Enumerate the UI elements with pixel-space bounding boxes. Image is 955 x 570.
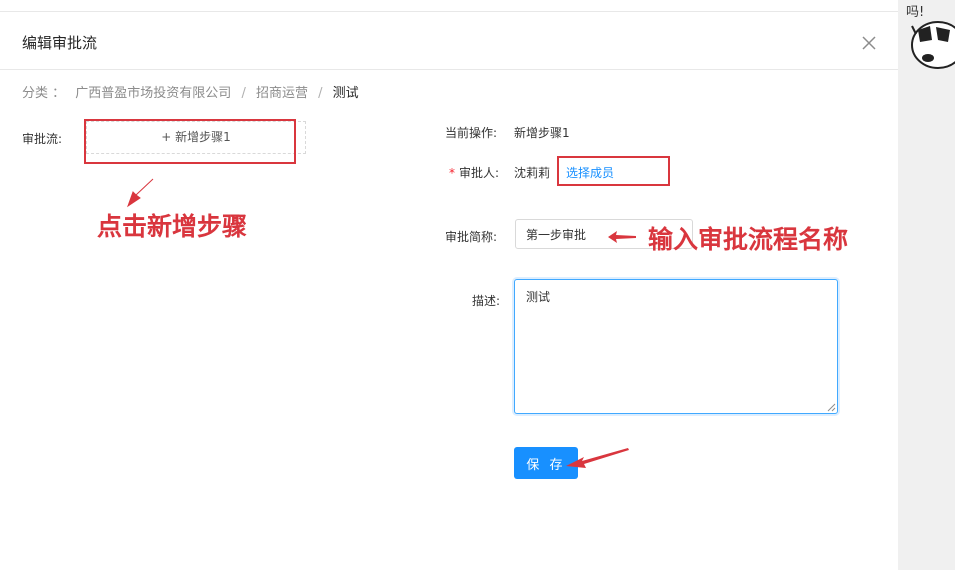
current-op-value: 新增步骤1 (514, 126, 570, 140)
approval-flow-label: 审批流: (22, 132, 63, 146)
modal-title: 编辑审批流 (22, 34, 98, 52)
breadcrumb-separator: / (241, 86, 246, 101)
breadcrumb-item-company[interactable]: 广西普盈市场投资有限公司 (75, 86, 231, 101)
resize-handle-icon[interactable] (827, 403, 836, 412)
select-member-link[interactable]: 选择成员 (566, 164, 614, 181)
annotation-arrow-icon (127, 178, 154, 208)
approver-value: 沈莉莉 (514, 166, 551, 180)
cartoon-mascot-icon: 吗! (898, 0, 955, 80)
description-textarea[interactable]: 测试 (514, 279, 838, 414)
side-panel (898, 0, 955, 570)
breadcrumb-separator: / (318, 86, 323, 101)
close-icon[interactable] (858, 32, 880, 54)
annotation-click-add-step: 点击新增步骤 (97, 212, 248, 241)
short-name-label: 审批简称: (445, 230, 498, 244)
description-label: 描述: (472, 294, 501, 308)
annotation-arrow-icon (566, 448, 629, 468)
current-op-label: 当前操作: (445, 126, 498, 140)
edit-approval-flow-modal: 编辑审批流 分类 ： 广西普盈市场投资有限公司 / 招商运营 / 测试 审批流:… (0, 0, 898, 570)
top-divider (0, 0, 898, 12)
breadcrumb-item-current: 测试 (332, 86, 359, 101)
approver-label-text: 审批人: (459, 166, 500, 180)
approver-label: * 审批人: (449, 164, 499, 181)
annotation-input-flow-name: 输入审批流程名称 (648, 225, 849, 254)
annotation-arrow-icon (608, 231, 636, 243)
add-step-button[interactable]: + 新增步骤1 (86, 121, 306, 154)
modal-header: 编辑审批流 (0, 12, 898, 70)
breadcrumb-item-department[interactable]: 招商运营 (256, 86, 308, 101)
breadcrumb-category-label: 分类 ： (22, 86, 66, 101)
svg-text:吗!: 吗! (906, 5, 924, 20)
required-mark: * (449, 166, 455, 180)
breadcrumb: 分类 ： 广西普盈市场投资有限公司 / 招商运营 / 测试 (22, 82, 359, 101)
